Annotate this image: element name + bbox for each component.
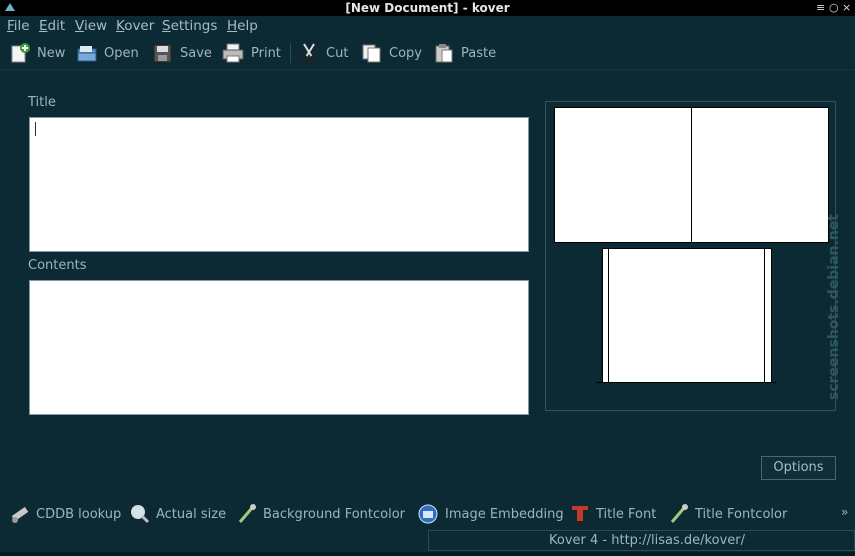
menu-help-label: elp bbox=[237, 18, 258, 34]
menu-help[interactable]: Help bbox=[227, 18, 258, 34]
contents-textarea[interactable] bbox=[29, 280, 529, 415]
menu-file-mnemonic: F bbox=[7, 18, 14, 34]
cddb-lookup-label: CDDB lookup bbox=[36, 506, 122, 522]
cddb-lookup-icon bbox=[11, 506, 29, 523]
title-fontcolor-label: Title Fontcolor bbox=[695, 506, 788, 522]
color-picker-icon bbox=[238, 504, 256, 523]
copy-label: Copy bbox=[389, 45, 422, 61]
scissors-icon bbox=[300, 43, 318, 63]
menu-edit-mnemonic: E bbox=[39, 18, 48, 34]
front-cover-preview bbox=[554, 107, 829, 243]
cover-preview-panel bbox=[545, 101, 836, 411]
cover-fold-line bbox=[691, 108, 692, 242]
cut-button[interactable]: Cut bbox=[298, 42, 348, 64]
menu-settings-label: ettings bbox=[170, 18, 218, 34]
window-maximize-button[interactable]: ○ bbox=[829, 1, 839, 14]
print-label: Print bbox=[251, 45, 281, 61]
window-bottom-edge bbox=[0, 552, 855, 556]
image-embedding-label: Image Embedding bbox=[445, 506, 564, 522]
background-fontcolor-button[interactable]: Background Fontcolor bbox=[237, 503, 405, 525]
menu-edit-label: dit bbox=[47, 18, 66, 34]
text-cursor bbox=[35, 122, 36, 136]
new-label: New bbox=[37, 45, 66, 61]
menu-view[interactable]: View bbox=[75, 18, 107, 34]
cddb-lookup-button[interactable]: CDDB lookup bbox=[10, 503, 121, 525]
title-font-label: Title Font bbox=[596, 506, 657, 522]
toolbar-overflow-chevron-icon[interactable]: » bbox=[841, 505, 848, 519]
bottom-toolbar: CDDB lookup Actual size Background Fontc… bbox=[0, 500, 855, 528]
paste-button[interactable]: Paste bbox=[433, 42, 496, 64]
actual-size-button[interactable]: Actual size bbox=[130, 503, 226, 525]
menu-edit[interactable]: Edit bbox=[39, 18, 65, 34]
save-button[interactable]: Save bbox=[152, 42, 212, 64]
open-folder-icon bbox=[77, 46, 97, 62]
menu-file-label: ile bbox=[13, 18, 30, 34]
open-label: Open bbox=[104, 45, 139, 61]
window-title: [New Document] - kover bbox=[345, 1, 510, 15]
image-embedding-icon bbox=[418, 504, 438, 524]
menu-file[interactable]: File bbox=[7, 18, 30, 34]
menu-kover-mnemonic: K bbox=[116, 18, 125, 34]
menu-view-mnemonic: V bbox=[75, 18, 84, 34]
title-font-button[interactable]: Title Font bbox=[570, 503, 656, 525]
inlay-baseline bbox=[596, 382, 776, 383]
paste-label: Paste bbox=[461, 45, 497, 61]
title-field-label: Title bbox=[28, 95, 56, 110]
save-label: Save bbox=[180, 45, 212, 61]
window-titlebar: [New Document] - kover ≡ ○ × bbox=[0, 0, 855, 16]
window-menu-button[interactable]: ≡ bbox=[816, 1, 825, 14]
menu-settings[interactable]: Settings bbox=[162, 18, 217, 34]
menu-help-mnemonic: H bbox=[227, 18, 238, 34]
status-text: Kover 4 - http://lisas.de/kover/ bbox=[549, 533, 745, 548]
inlay-left-spine bbox=[608, 249, 609, 382]
window-close-button[interactable]: × bbox=[842, 1, 851, 14]
menu-settings-mnemonic: S bbox=[162, 18, 171, 34]
paste-clipboard-icon bbox=[435, 44, 453, 63]
menu-kover[interactable]: Kover bbox=[116, 18, 154, 34]
copy-button[interactable]: Copy bbox=[361, 42, 422, 64]
new-button[interactable]: New bbox=[9, 42, 65, 64]
new-document-icon bbox=[11, 43, 30, 63]
inlay-right-spine bbox=[764, 249, 765, 382]
cut-label: Cut bbox=[326, 45, 349, 61]
back-inlay-preview bbox=[602, 248, 772, 383]
statusbar: Kover 4 - http://lisas.de/kover/ bbox=[428, 530, 855, 551]
menu-view-label: iew bbox=[83, 18, 108, 34]
copy-icon bbox=[362, 44, 381, 63]
print-button[interactable]: Print bbox=[221, 42, 281, 64]
open-button[interactable]: Open bbox=[76, 42, 139, 64]
options-button[interactable]: Options bbox=[761, 456, 836, 480]
color-picker-icon bbox=[670, 504, 688, 523]
toolbar-separator bbox=[290, 43, 291, 63]
main-toolbar: New Open Save Print Cut Copy Paste bbox=[0, 37, 855, 70]
background-fontcolor-label: Background Fontcolor bbox=[263, 506, 406, 522]
contents-field-label: Contents bbox=[28, 258, 87, 273]
actual-size-label: Actual size bbox=[156, 506, 227, 522]
menubar: File Edit View Kover Settings Help bbox=[0, 16, 855, 37]
save-disk-icon bbox=[153, 44, 172, 63]
magnifier-icon bbox=[131, 505, 150, 524]
printer-icon bbox=[222, 43, 244, 63]
menu-kover-label: over bbox=[124, 18, 155, 34]
font-icon bbox=[572, 506, 588, 523]
image-embedding-button[interactable]: Image Embedding bbox=[417, 503, 564, 525]
title-textarea[interactable] bbox=[29, 117, 529, 252]
watermark-text: screenshots.debian.net bbox=[826, 214, 842, 400]
title-fontcolor-button[interactable]: Title Fontcolor bbox=[669, 503, 787, 525]
